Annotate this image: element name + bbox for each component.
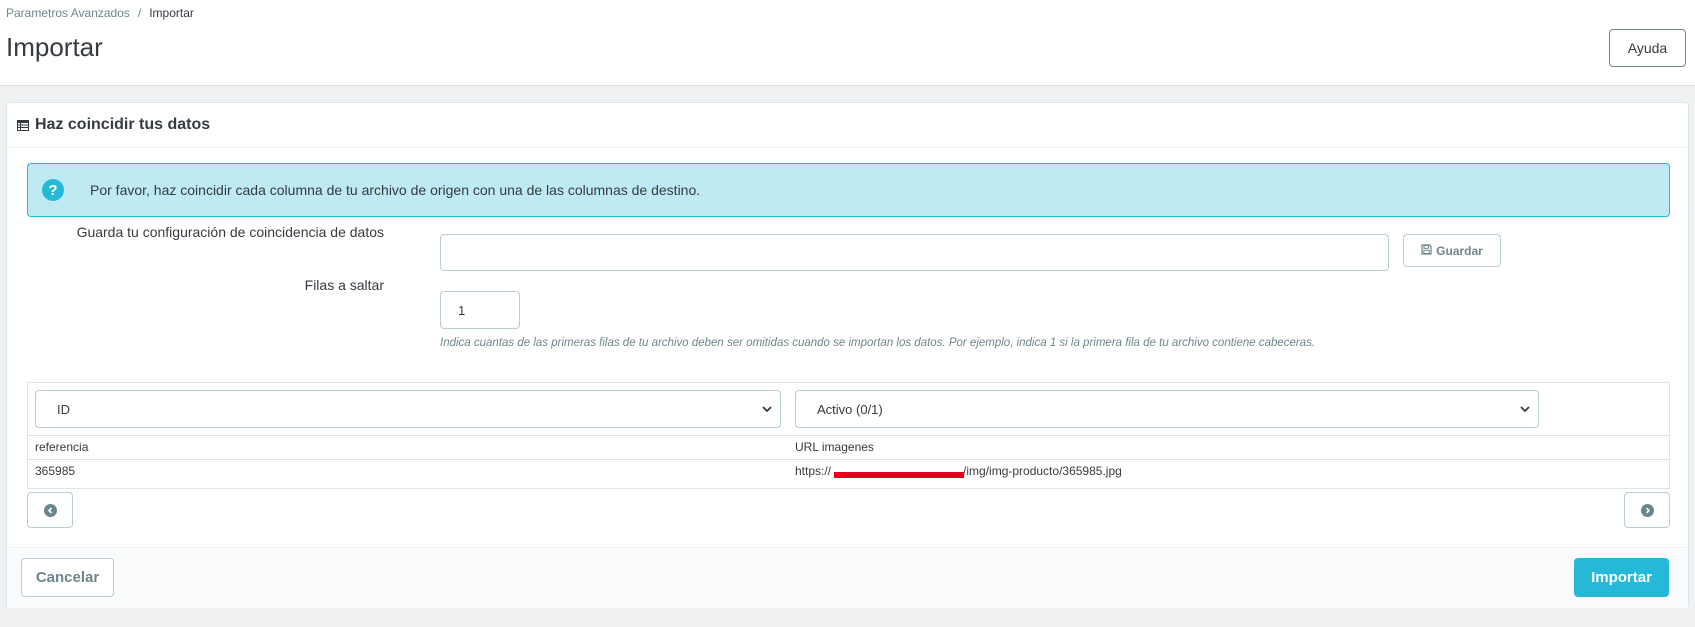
page-title: Importar <box>6 32 103 62</box>
row-divider <box>28 435 1669 436</box>
skip-rows-label: Filas a saltar <box>304 277 384 293</box>
alert-text: Por favor, haz coincidir cada columna de… <box>90 182 701 198</box>
chevron-down-icon <box>762 406 772 413</box>
chevron-right-circle-icon <box>1640 503 1654 517</box>
panel-heading: Haz coincidir tus datos <box>7 103 1688 148</box>
table-icon <box>17 119 29 131</box>
breadcrumb-parent-link[interactable]: Parametros Avanzados <box>6 6 130 20</box>
column-1-value: 365985 <box>35 464 76 478</box>
help-button[interactable]: Ayuda <box>1609 29 1686 67</box>
previous-columns-button[interactable] <box>27 492 73 528</box>
breadcrumb: Parametros Avanzados / Importar <box>6 6 194 20</box>
url-suffix: /img/img-producto/365985.jpg <box>963 464 1122 478</box>
column-1-header: referencia <box>35 440 89 454</box>
match-data-panel: Haz coincidir tus datos ? Por favor, haz… <box>6 102 1689 608</box>
save-config-label: Guarda tu configuración de coincidencia … <box>76 224 384 240</box>
cancel-button[interactable]: Cancelar <box>21 558 114 597</box>
column-2-header: URL imagenes <box>795 440 874 454</box>
floppy-disk-icon <box>1421 243 1432 258</box>
page-header: Parametros Avanzados / Importar Importar A… <box>0 0 1695 86</box>
chevron-down-icon <box>1520 406 1530 413</box>
column-select-1[interactable]: ID <box>35 390 781 428</box>
row-divider <box>28 459 1669 460</box>
skip-rows-help: Indica cuantas de las primeras filas de … <box>440 337 1316 349</box>
column-select-1-value: ID <box>57 401 70 417</box>
save-config-input[interactable] <box>440 234 1389 271</box>
column-select-2-value: Activo (0/1) <box>817 401 883 417</box>
save-config-button-label: Guardar <box>1436 243 1483 258</box>
import-button[interactable]: Importar <box>1574 558 1669 597</box>
chevron-left-circle-icon <box>43 503 57 517</box>
column-matching-table: ID Activo (0/1) referencia URL imagenes … <box>27 382 1670 489</box>
save-config-button[interactable]: Guardar <box>1403 234 1501 267</box>
panel-footer: Cancelar Importar <box>7 547 1688 608</box>
breadcrumb-separator: / <box>137 6 142 20</box>
column-select-2[interactable]: Activo (0/1) <box>795 390 1539 428</box>
breadcrumb-current: Importar <box>149 6 194 20</box>
redaction-mark <box>834 472 964 478</box>
question-circle-icon: ? <box>42 179 64 201</box>
skip-rows-input[interactable]: 1 <box>440 291 520 329</box>
url-prefix: https:// <box>795 464 832 478</box>
panel-heading-title: Haz coincidir tus datos <box>35 116 211 133</box>
next-columns-button[interactable] <box>1624 492 1670 528</box>
info-alert: ? Por favor, haz coincidir cada columna … <box>27 163 1670 217</box>
